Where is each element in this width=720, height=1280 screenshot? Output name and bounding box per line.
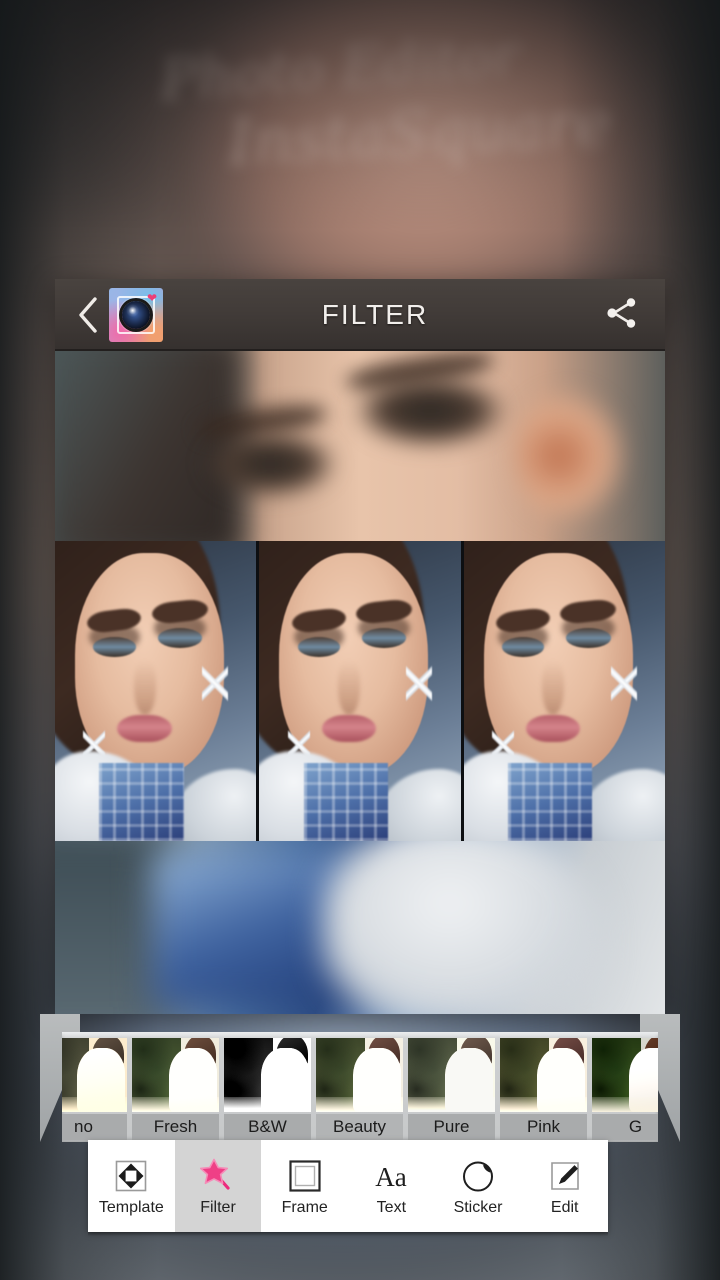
toolbar-drop-shadow — [88, 1232, 608, 1236]
thumb-ground — [132, 1097, 219, 1112]
tool-frame[interactable]: Frame — [261, 1140, 349, 1232]
portrait-plaid-shirt — [303, 763, 389, 841]
svg-text:Aa: Aa — [376, 1162, 407, 1192]
thumb-ground — [500, 1097, 587, 1112]
thumb-ground — [224, 1097, 311, 1112]
chevron-left-icon — [77, 295, 99, 335]
filter-thumbnail — [62, 1038, 127, 1112]
tool-edit[interactable]: Edit — [521, 1140, 609, 1232]
tool-label: Text — [376, 1198, 407, 1216]
portrait-plaid-shirt — [99, 763, 184, 841]
portrait-earring-right — [610, 661, 637, 706]
portrait-nose — [337, 661, 360, 715]
tool-label: Sticker — [453, 1198, 503, 1216]
portrait-lips — [117, 715, 172, 742]
portrait-eye-left — [501, 637, 545, 657]
frame-icon — [285, 1156, 325, 1196]
tool-filter[interactable]: Filter — [174, 1140, 262, 1232]
filter-label: G — [592, 1114, 658, 1140]
page-title: FILTER — [321, 299, 429, 330]
portrait-nose — [133, 661, 156, 715]
editor-card: ❤ FILTER — [55, 279, 665, 1014]
template-icon — [111, 1156, 151, 1196]
portrait-lips — [321, 715, 377, 742]
tool-label: Template — [98, 1198, 164, 1216]
back-button[interactable] — [73, 293, 103, 337]
filter-list[interactable]: no Fresh B&W Beauty Pure Pink G — [62, 1038, 658, 1142]
portrait-earring-right — [406, 661, 433, 706]
filter-item-bw[interactable]: B&W — [224, 1038, 311, 1142]
filter-strip[interactable]: no Fresh B&W Beauty Pure Pink G — [40, 1014, 680, 1142]
share-button[interactable] — [597, 290, 647, 340]
portrait-earring-right — [201, 661, 229, 706]
filter-label: no — [62, 1114, 127, 1140]
blur-fur-shape — [323, 841, 604, 1014]
portrait-eye-right — [566, 628, 611, 648]
filter-label: Pink — [500, 1114, 587, 1140]
photo-preview-canvas[interactable] — [55, 351, 665, 1014]
collage-panels — [55, 541, 665, 841]
filter-thumbnail — [408, 1038, 495, 1112]
preview-blurred-top-band — [55, 351, 665, 541]
app-header: ❤ FILTER — [55, 279, 665, 351]
blur-eye-left — [205, 431, 335, 497]
filter-item-mono[interactable]: no — [62, 1038, 127, 1142]
text-icon: Aa — [371, 1156, 411, 1196]
filter-strip-body[interactable]: no Fresh B&W Beauty Pure Pink G — [62, 1032, 658, 1142]
filter-item-pure[interactable]: Pure — [408, 1038, 495, 1142]
tool-sticker[interactable]: Sticker — [434, 1140, 522, 1232]
filter-label: B&W — [224, 1114, 311, 1140]
tool-label: Edit — [550, 1198, 579, 1216]
filter-thumbnail — [316, 1038, 403, 1112]
logo-lens-shape — [122, 301, 150, 329]
edit-pencil-icon — [545, 1156, 585, 1196]
filter-thumbnail — [592, 1038, 658, 1112]
filter-item-pink[interactable]: Pink — [500, 1038, 587, 1142]
filter-item-glow[interactable]: G — [592, 1038, 658, 1142]
tool-label: Frame — [281, 1198, 328, 1216]
app-root: Photo Editor InstaSquare ❤ FILTER — [0, 0, 720, 1280]
logo-heart-icon: ❤ — [147, 291, 158, 305]
portrait-eye-right — [362, 628, 407, 648]
filter-item-beauty[interactable]: Beauty — [316, 1038, 403, 1142]
portrait-eye-right — [157, 628, 202, 648]
filter-label: Beauty — [316, 1114, 403, 1140]
portrait-eye-left — [297, 637, 340, 657]
thumb-ground — [62, 1097, 127, 1112]
thumb-ground — [408, 1097, 495, 1112]
blur-eye-right — [355, 375, 505, 447]
portrait-lips — [526, 715, 581, 742]
share-icon — [602, 293, 642, 338]
tool-label: Filter — [200, 1198, 236, 1216]
filter-label: Pure — [408, 1114, 495, 1140]
filter-thumbnail — [500, 1038, 587, 1112]
tool-template[interactable]: Template — [88, 1140, 175, 1232]
bottom-toolbar[interactable]: Template Filter Frame Aa Text Sticker Ed… — [88, 1140, 609, 1232]
tool-text[interactable]: Aa Text — [348, 1140, 435, 1232]
magic-wand-icon — [198, 1156, 238, 1196]
collage-panel[interactable] — [463, 541, 665, 841]
filter-item-fresh[interactable]: Fresh — [132, 1038, 219, 1142]
portrait-plaid-shirt — [507, 763, 593, 841]
sticker-icon — [458, 1156, 498, 1196]
portrait-eye-left — [93, 637, 136, 657]
collage-panel[interactable] — [55, 541, 260, 841]
filter-thumbnail — [224, 1038, 311, 1112]
thumb-ground — [316, 1097, 403, 1112]
thumb-ground — [592, 1097, 658, 1112]
blur-ear-shape — [515, 391, 625, 521]
filter-label: Fresh — [132, 1114, 219, 1140]
filter-thumbnail — [132, 1038, 219, 1112]
app-logo-camera-icon[interactable]: ❤ — [109, 288, 163, 342]
collage-panel[interactable] — [259, 541, 464, 841]
preview-blurred-bottom-band — [55, 841, 665, 1014]
